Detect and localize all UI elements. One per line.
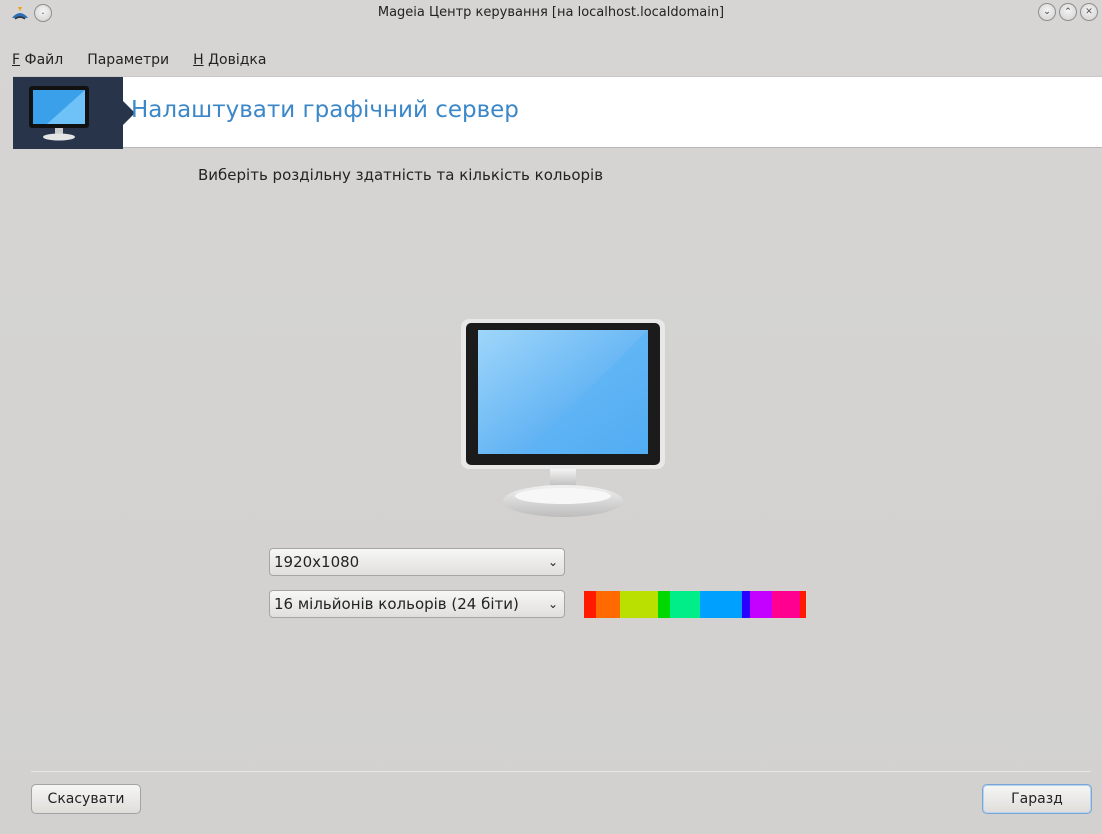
header-banner: Налаштувати графічний сервер xyxy=(13,76,1102,149)
spectrum-swatch xyxy=(750,591,772,618)
spectrum-swatch xyxy=(670,591,700,618)
chevron-down-icon: ⌄ xyxy=(547,555,559,569)
window-title: Mageia Центр керування [на localhost.loc… xyxy=(377,5,725,20)
spectrum-swatch xyxy=(602,591,620,618)
chevron-down-icon: ⌄ xyxy=(547,597,559,611)
resolution-select[interactable]: 1920x1080 ⌄ xyxy=(269,548,565,576)
monitor-icon xyxy=(461,319,665,517)
resolution-value: 1920x1080 xyxy=(274,553,360,571)
spectrum-swatch xyxy=(584,591,596,618)
ok-button[interactable]: Гаразд xyxy=(982,784,1092,814)
spectrum-swatch xyxy=(640,591,658,618)
menu-help[interactable]: H Довідка xyxy=(193,52,266,68)
dialog-window: · Mageia Центр керування [на localhost.l… xyxy=(0,0,1102,834)
menu-bar: F Файл Параметри H Довідка xyxy=(0,48,266,72)
divider xyxy=(31,771,1091,772)
cancel-button[interactable]: Скасувати xyxy=(31,784,141,814)
spectrum-swatch xyxy=(742,591,750,618)
instruction-text: Виберіть роздільну здатність та кількіст… xyxy=(198,166,604,184)
maximize-button[interactable]: ⌃ xyxy=(1059,3,1077,21)
page-title: Налаштувати графічний сервер xyxy=(131,97,519,123)
monitor-icon xyxy=(29,86,89,141)
color-spectrum-preview xyxy=(584,591,860,618)
title-bar[interactable]: · Mageia Центр керування [на localhost.l… xyxy=(0,0,1102,26)
spectrum-swatch xyxy=(772,591,800,618)
menu-file[interactable]: F Файл xyxy=(12,52,63,68)
spectrum-swatch xyxy=(714,591,742,618)
spectrum-swatch xyxy=(658,591,670,618)
menu-options[interactable]: Параметри xyxy=(87,52,169,68)
spectrum-swatch xyxy=(700,591,714,618)
minimize-button[interactable]: ⌄ xyxy=(1038,3,1056,21)
color-depth-value: 16 мільйонів кольорів (24 біти) xyxy=(274,595,519,613)
spectrum-swatch xyxy=(620,591,640,618)
spectrum-swatch xyxy=(800,591,806,618)
close-button[interactable]: ✕ xyxy=(1080,3,1098,21)
color-depth-select[interactable]: 16 мільйонів кольорів (24 біти) ⌄ xyxy=(269,590,565,618)
